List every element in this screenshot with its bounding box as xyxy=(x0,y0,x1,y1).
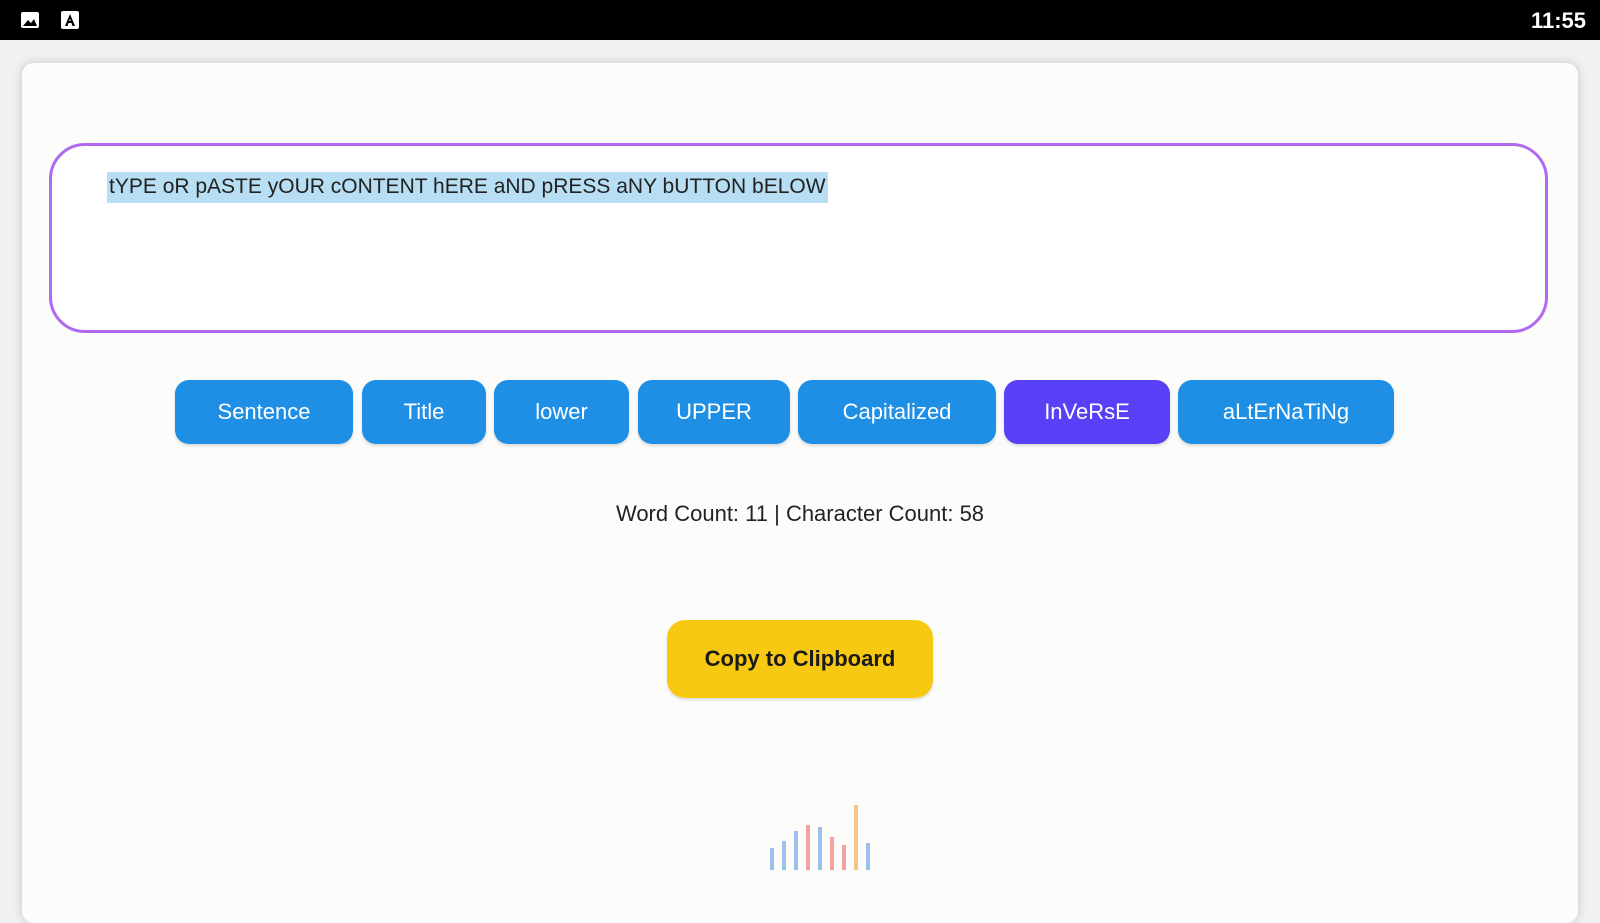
inverse-case-button[interactable]: InVeRsE xyxy=(1004,380,1170,444)
main-card: tYPE oR pASTE yOUR cONTENT hERE aND pRES… xyxy=(22,63,1578,923)
sentence-case-button[interactable]: Sentence xyxy=(175,380,353,444)
upper-case-button[interactable]: UPPER xyxy=(638,380,790,444)
status-bar: 11:55 xyxy=(0,0,1600,40)
case-buttons-row: Sentence Title lower UPPER Capitalized I… xyxy=(22,380,1578,446)
text-input-content[interactable]: tYPE oR pASTE yOUR cONTENT hERE aND pRES… xyxy=(107,172,828,203)
copy-to-clipboard-button[interactable]: Copy to Clipboard xyxy=(667,620,933,698)
word-character-count: Word Count: 11 | Character Count: 58 xyxy=(615,501,985,526)
capitalized-case-button[interactable]: Capitalized xyxy=(798,380,996,444)
title-case-button[interactable]: Title xyxy=(362,380,486,444)
status-clock: 11:55 xyxy=(1530,8,1586,33)
alternating-case-button[interactable]: aLtErNaTiNg xyxy=(1178,380,1394,444)
audio-bars-logo xyxy=(770,805,870,870)
image-icon xyxy=(21,12,39,28)
keyboard-a-icon xyxy=(61,11,79,29)
text-input-area[interactable]: tYPE oR pASTE yOUR cONTENT hERE aND pRES… xyxy=(49,143,1548,333)
lower-case-button[interactable]: lower xyxy=(494,380,629,444)
